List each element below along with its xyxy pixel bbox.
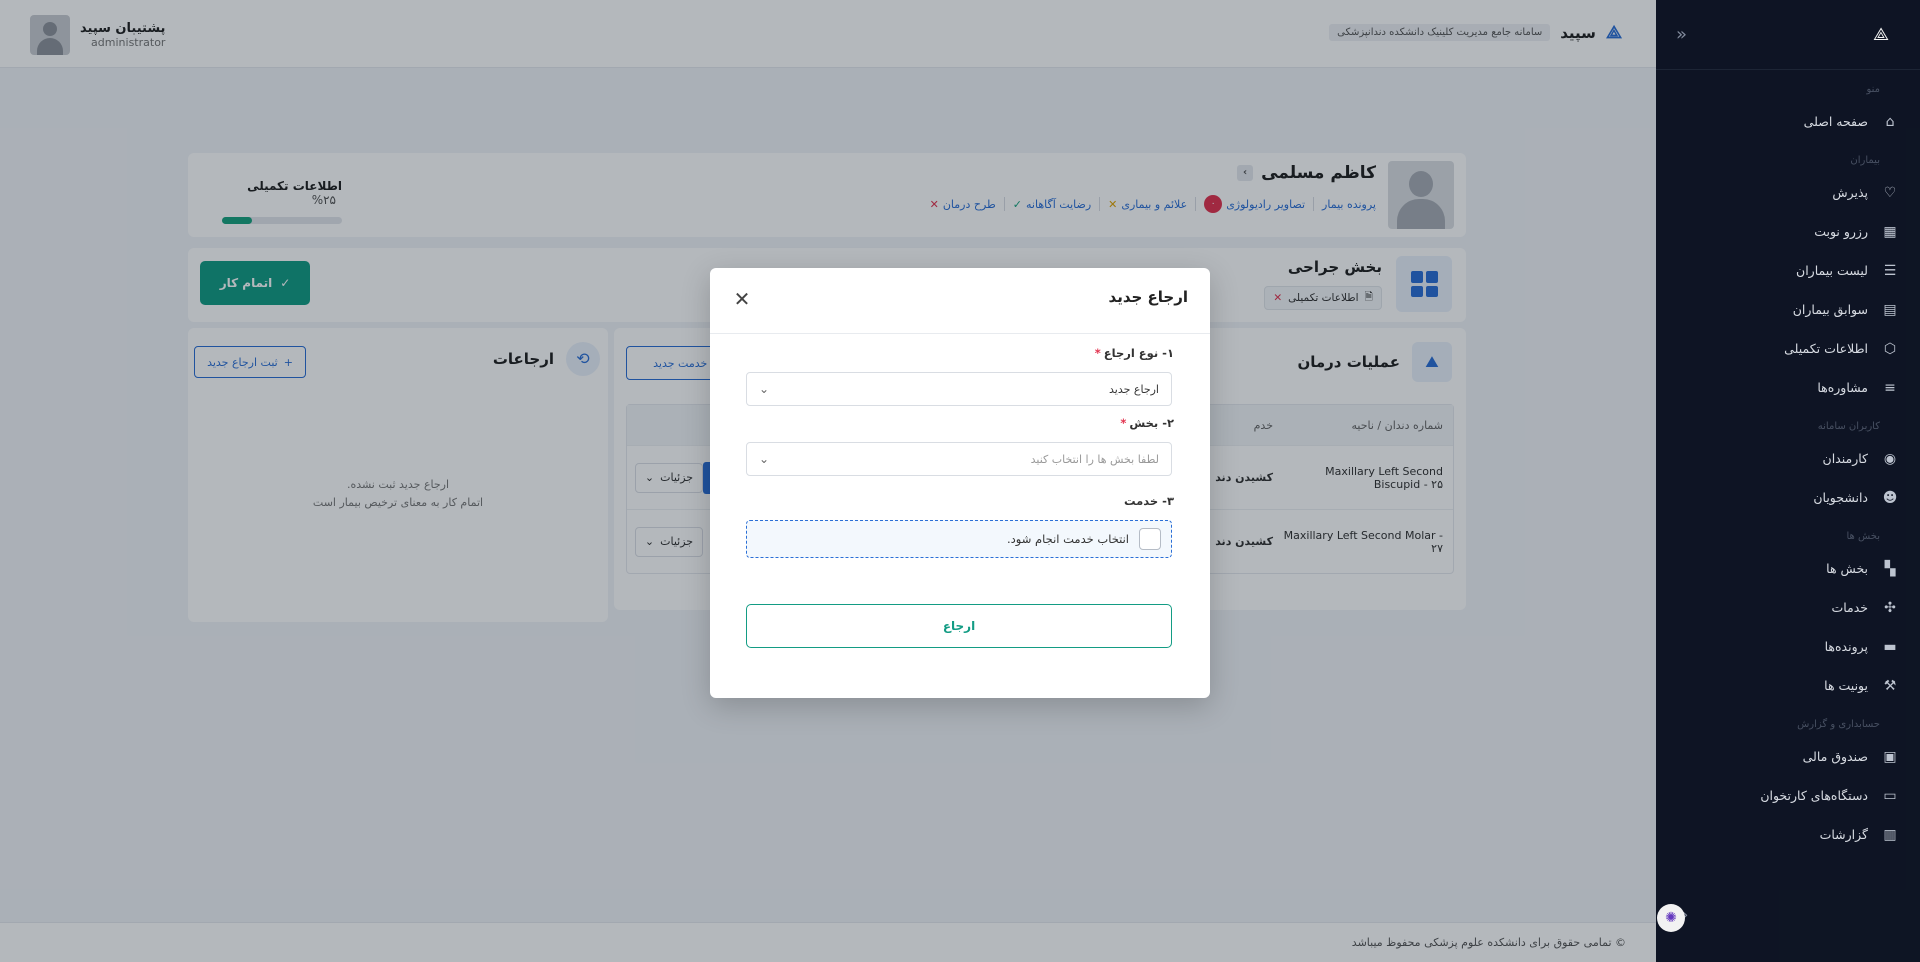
required-marker: * — [1094, 346, 1101, 360]
section-select[interactable]: لطفا بخش ها را انتخاب کنید ⌄ — [746, 442, 1172, 476]
select-value: ارجاع جدید — [1109, 382, 1159, 396]
modal-backdrop-sidebar — [1656, 0, 1920, 962]
chevron-down-icon: ⌄ — [759, 452, 770, 466]
label-text: ۲- بخش — [1129, 416, 1174, 430]
referral-type-label: ۱- نوع ارجاع* — [1095, 346, 1174, 360]
required-marker: * — [1120, 416, 1127, 430]
service-checkbox-row[interactable]: انتخاب خدمت انجام شود. — [746, 520, 1172, 558]
service-label: ۳- خدمت — [1123, 494, 1174, 508]
checkbox-label: انتخاب خدمت انجام شود. — [1007, 532, 1129, 546]
referral-type-select[interactable]: ارجاع جدید ⌄ — [746, 372, 1172, 406]
section-label: ۲- بخش* — [1120, 416, 1174, 430]
modal-title: ارجاع جدید — [1108, 288, 1188, 306]
new-referral-modal: ارجاع جدید ✕ ۱- نوع ارجاع* ارجاع جدید ⌄ … — [710, 268, 1210, 698]
select-placeholder: لطفا بخش ها را انتخاب کنید — [1030, 452, 1159, 466]
close-icon[interactable]: ✕ — [730, 287, 754, 311]
label-text: ۱- نوع ارجاع — [1103, 346, 1174, 360]
service-checkbox[interactable] — [1139, 528, 1161, 550]
chevron-down-icon: ⌄ — [759, 382, 770, 396]
refer-submit-button[interactable]: ارجاع — [746, 604, 1172, 648]
